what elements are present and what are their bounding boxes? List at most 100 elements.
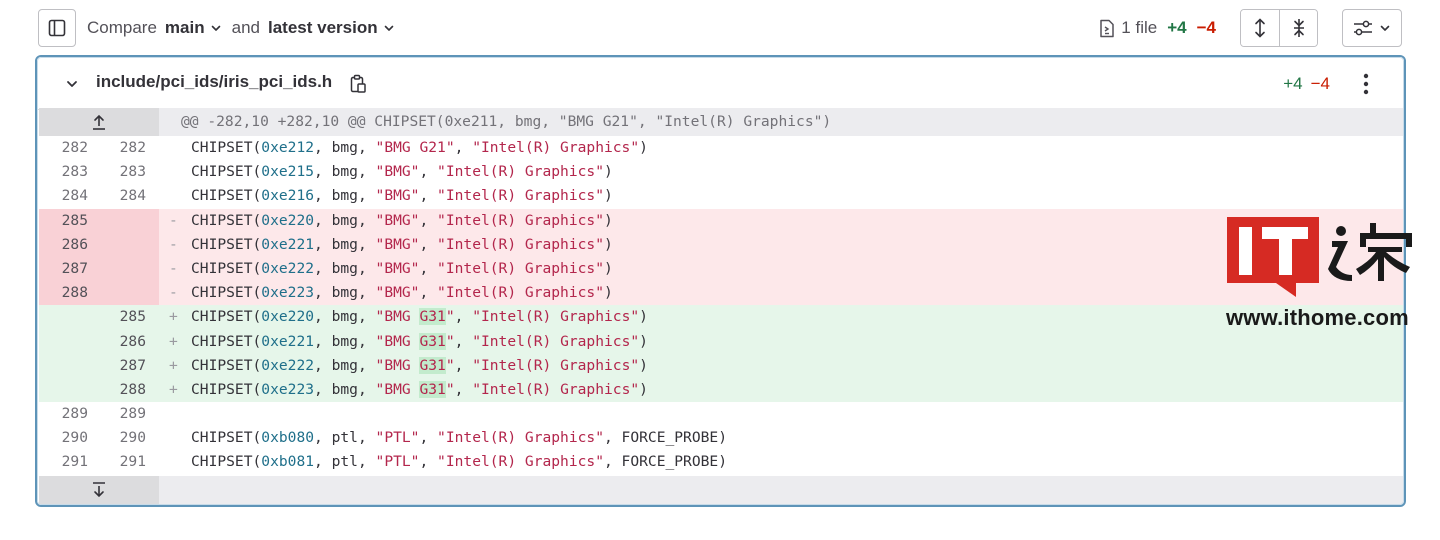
code-token: , [419, 211, 438, 229]
string-literal: "Intel(R) Graphics" [437, 259, 604, 277]
collapse-file-button[interactable] [61, 73, 83, 95]
string-literal: "BMG [375, 332, 420, 350]
diff-file-header: include/pci_ids/iris_pci_ids.h +4 −4 [37, 57, 1404, 110]
old-line-number[interactable]: 285 [39, 208, 99, 233]
line-content [159, 402, 1404, 426]
old-line-number[interactable]: 284 [39, 184, 99, 209]
code-token: CHIPSET( [191, 380, 262, 398]
old-line-number[interactable]: 282 [39, 136, 99, 161]
removed-line: 288 - CHIPSET(0xe223, bmg, "BMG", "Intel(R… [39, 281, 1404, 306]
code-token: , bmg, [314, 332, 376, 350]
new-line-number[interactable]: 287 [99, 353, 159, 378]
expand-up-button[interactable] [39, 108, 159, 136]
preferences-icon [1354, 20, 1372, 36]
chevron-down-icon [384, 25, 393, 31]
expand-collapse-group [1240, 9, 1318, 47]
source-branch-dropdown[interactable]: main [165, 18, 222, 38]
hex-literal: 0xe221 [261, 235, 315, 253]
target-version-dropdown[interactable]: latest version [268, 18, 395, 38]
new-line-number[interactable]: 282 [99, 136, 159, 161]
code-token: , bmg, [314, 284, 376, 302]
new-line-number[interactable]: 285 [99, 305, 159, 330]
hex-literal: 0xe216 [261, 187, 315, 205]
code-token: CHIPSET( [191, 187, 262, 205]
old-line-number[interactable]: 286 [39, 232, 99, 257]
diff-sign: - [169, 235, 178, 253]
string-literal: "BMG [375, 308, 420, 326]
expand-all-button[interactable] [1241, 10, 1279, 46]
string-literal: "BMG" [375, 211, 420, 229]
old-line-number[interactable]: 290 [39, 426, 99, 451]
hex-literal: 0xe220 [261, 308, 315, 326]
diff-sign: + [169, 308, 178, 326]
watermark-url: www.ithome.com [1226, 305, 1409, 330]
old-line-number[interactable]: 283 [39, 160, 99, 185]
string-literal: "Intel(R) Graphics" [437, 284, 604, 302]
code-token: , FORCE_PROBE) [603, 429, 727, 447]
diff-table: @@ -282,10 +282,10 @@ CHIPSET(0xe211, bm… [39, 108, 1404, 504]
new-line-number[interactable]: 289 [99, 402, 159, 427]
diff-sign: - [169, 284, 178, 302]
code-token: , bmg, [314, 259, 376, 277]
changed-token-highlight: G31 [419, 308, 446, 326]
new-line-number[interactable] [99, 232, 159, 257]
code-token: ) [639, 380, 648, 398]
old-line-number[interactable]: 288 [39, 281, 99, 306]
new-line-number[interactable]: 284 [99, 184, 159, 209]
new-line-number[interactable] [99, 256, 159, 282]
copy-path-icon [350, 74, 366, 93]
hex-literal: 0xe220 [261, 211, 315, 229]
old-line-number[interactable]: 289 [39, 402, 99, 427]
code-token: ) [603, 284, 613, 302]
diff-lines: 282 282 CHIPSET(0xe212, bmg, "BMG G21", "I… [39, 136, 1404, 475]
string-literal: "PTL" [375, 453, 420, 471]
old-line-number[interactable] [39, 377, 99, 403]
context-line: 290 290 CHIPSET(0xb080, ptl, "PTL", "Intel… [39, 426, 1404, 451]
expand-down-button[interactable] [39, 475, 159, 504]
code-token: ) [603, 211, 613, 229]
collapse-all-button[interactable] [1279, 10, 1317, 46]
new-line-number[interactable]: 290 [99, 426, 159, 451]
sidebar-toggle-icon [48, 19, 66, 37]
file-diff-stats: +4 −4 [1283, 74, 1330, 94]
string-literal: " [445, 356, 455, 374]
file-diff-icon [1100, 19, 1115, 37]
new-line-number[interactable]: 283 [99, 160, 159, 185]
old-line-number[interactable]: 287 [39, 256, 99, 282]
new-line-number[interactable] [99, 281, 159, 306]
diff-stats: 1 file +4 −4 [1099, 18, 1216, 38]
code-token: , bmg, [314, 356, 376, 374]
old-line-number[interactable] [39, 329, 99, 354]
old-line-number[interactable] [39, 353, 99, 378]
string-literal: "PTL" [375, 429, 420, 447]
string-literal: "Intel(R) Graphics" [472, 139, 640, 156]
changed-token-highlight: G31 [419, 332, 446, 350]
collapse-all-icon [1293, 19, 1304, 37]
old-line-number[interactable]: 291 [39, 450, 99, 475]
new-line-number[interactable]: 288 [99, 377, 159, 403]
removed-line: 286 - CHIPSET(0xe221, bmg, "BMG", "Intel(R… [39, 232, 1404, 257]
target-version-label: latest version [267, 18, 378, 37]
string-literal: "Intel(R) Graphics" [437, 187, 604, 205]
line-content: - CHIPSET(0xe223, bmg, "BMG", "Intel(R) G… [159, 281, 1404, 305]
copy-file-path-button[interactable] [347, 72, 369, 96]
file-options-button[interactable] [1356, 71, 1376, 97]
code-token: ) [603, 163, 613, 181]
diff-sign: - [169, 259, 178, 277]
code-token: , ptl, [314, 453, 376, 471]
line-content: CHIPSET(0xb081, ptl, "PTL", "Intel(R) Gr… [159, 450, 1404, 474]
diff-preferences-button[interactable] [1342, 9, 1402, 47]
new-line-number[interactable] [99, 208, 159, 233]
file-added-count: +4 [1283, 74, 1303, 93]
new-line-number[interactable]: 291 [99, 450, 159, 475]
old-line-number[interactable] [39, 305, 99, 330]
removed-lines-count: −4 [1196, 18, 1216, 37]
code-token: CHIPSET( [191, 235, 262, 253]
expand-all-icon [1255, 18, 1265, 38]
new-line-number[interactable]: 286 [99, 329, 159, 354]
string-literal: "Intel(R) Graphics" [437, 453, 604, 471]
code-token: , [419, 429, 438, 447]
file-tree-toggle-button[interactable] [38, 9, 76, 47]
file-path[interactable]: include/pci_ids/iris_pci_ids.h [96, 72, 332, 92]
hex-literal: 0xe222 [261, 356, 315, 374]
